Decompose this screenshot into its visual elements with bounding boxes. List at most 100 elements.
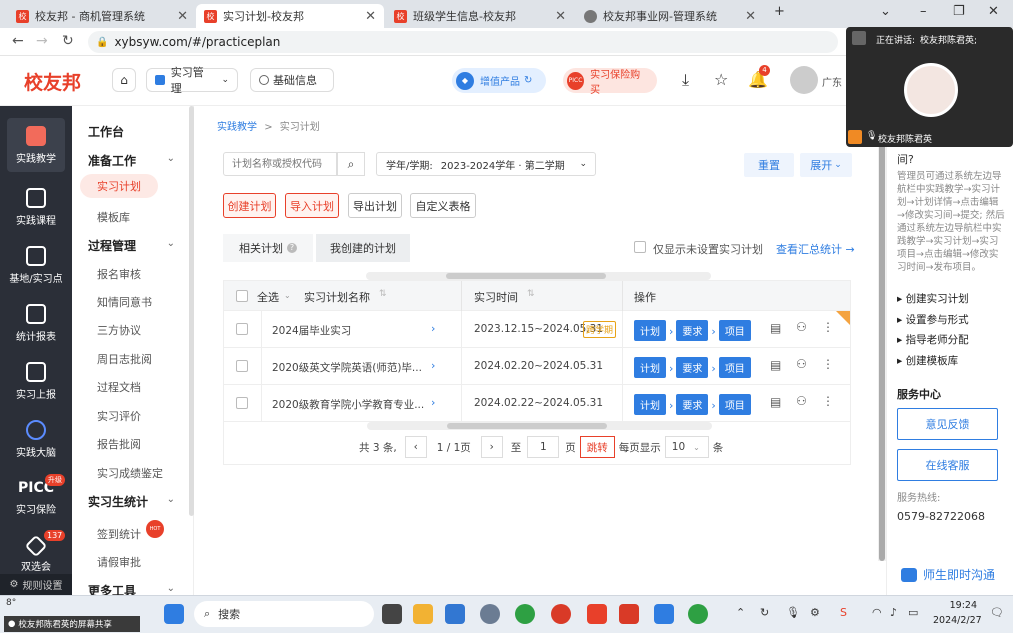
project-tag-button[interactable]: 项目 bbox=[718, 320, 751, 341]
minimize-icon[interactable]: – bbox=[920, 4, 927, 19]
plan-tag-button[interactable]: 计划 bbox=[634, 394, 666, 415]
notification-icon[interactable]: 🗨 bbox=[990, 606, 1004, 619]
user-assign-icon[interactable]: ⚇ bbox=[796, 357, 807, 371]
volume-icon[interactable]: ♪ bbox=[890, 606, 897, 619]
restore-icon[interactable]: ❐ bbox=[953, 4, 965, 19]
row-checkbox[interactable] bbox=[236, 360, 248, 372]
sort-icon[interactable]: ⇅ bbox=[379, 289, 387, 299]
sidebar-item-course[interactable]: 实践课程 bbox=[0, 188, 72, 227]
chevron-down-icon[interactable]: ⌄ bbox=[167, 153, 175, 164]
search-input[interactable] bbox=[224, 153, 336, 175]
browser-tab-active[interactable]: 校 实习计划-校友邦 ✕ bbox=[196, 4, 384, 28]
expand-button[interactable]: 展开 ⌄ bbox=[800, 153, 852, 177]
import-plan-button[interactable]: 导入计划 bbox=[285, 193, 339, 218]
sogou-icon[interactable]: S bbox=[840, 606, 847, 619]
menu-select[interactable]: 实习管理 ⌄ bbox=[146, 66, 238, 95]
document-icon[interactable]: ▤ bbox=[770, 395, 781, 409]
windows-start-icon[interactable] bbox=[164, 604, 184, 624]
nav-group-process[interactable]: 过程管理 bbox=[88, 237, 136, 254]
plan-name[interactable]: 2020级英文学院英语(师范)毕... bbox=[272, 360, 422, 375]
reset-button[interactable]: 重置 bbox=[744, 153, 794, 177]
user-assign-icon[interactable]: ⚇ bbox=[796, 394, 807, 408]
reload-icon[interactable]: ↻ bbox=[62, 33, 74, 49]
meeting-icon[interactable] bbox=[654, 604, 674, 624]
nav-weekly-log[interactable]: 周日志批阅 bbox=[97, 351, 152, 367]
nav-tripartite[interactable]: 三方协议 bbox=[97, 322, 141, 338]
close-tab-icon[interactable]: ✕ bbox=[745, 9, 756, 24]
wechat-icon[interactable] bbox=[688, 604, 708, 624]
more-icon[interactable]: ⋮ bbox=[822, 320, 834, 334]
table-row[interactable]: 2020级英文学院英语(师范)毕... › 2024.02.20~2024.05… bbox=[224, 348, 850, 385]
close-tab-icon[interactable]: ✕ bbox=[177, 9, 188, 24]
clock-time[interactable]: 19:24 bbox=[933, 600, 977, 611]
search-field[interactable] bbox=[223, 152, 337, 176]
chevron-down-icon[interactable]: ⌄ bbox=[167, 583, 175, 594]
project-tag-button[interactable]: 项目 bbox=[718, 357, 751, 378]
nav-signup-review[interactable]: 报名审核 bbox=[97, 266, 141, 282]
column-plan-name[interactable]: 实习计划名称 bbox=[304, 289, 370, 305]
new-tab-icon[interactable]: + bbox=[774, 4, 785, 19]
nav-group-prepare[interactable]: 准备工作 bbox=[88, 152, 136, 169]
table-row[interactable]: 2020级教育学院小学教育专业... › 2024.02.22~2024.05.… bbox=[224, 385, 850, 422]
wps-icon[interactable] bbox=[587, 604, 607, 624]
link-create-plan[interactable]: ▸ 创建实习计划 bbox=[897, 291, 969, 306]
gear-icon[interactable]: ⚙ bbox=[810, 606, 820, 619]
app-icon[interactable] bbox=[619, 604, 639, 624]
table-row[interactable]: 2024届毕业实习 › 2023.12.15~2024.05.31 跨学期 计划… bbox=[224, 311, 850, 348]
star-icon[interactable]: ☆ bbox=[714, 70, 728, 89]
close-tab-icon[interactable]: ✕ bbox=[365, 9, 376, 24]
document-icon[interactable]: ▤ bbox=[770, 321, 781, 335]
avatar[interactable] bbox=[790, 66, 818, 94]
breadcrumb-link[interactable]: 实践教学 bbox=[217, 122, 257, 133]
chevron-down-icon[interactable]: ⌄ bbox=[167, 494, 175, 505]
requirement-tag-button[interactable]: 要求 bbox=[676, 320, 709, 341]
forward-icon[interactable]: → bbox=[36, 33, 48, 49]
search-button[interactable]: ⌕ bbox=[337, 152, 365, 176]
download-icon[interactable]: ⤓ bbox=[682, 70, 689, 90]
url-field[interactable]: 🔒 xybsyw.com/#/practiceplan bbox=[88, 31, 838, 53]
sidebar-item-base[interactable]: 基地/实习点 bbox=[0, 246, 72, 285]
chevron-right-icon[interactable]: › bbox=[431, 396, 435, 409]
nav-checkin[interactable]: 签到统计 bbox=[97, 526, 141, 542]
chevron-right-icon[interactable]: › bbox=[431, 322, 435, 335]
chevron-down-icon[interactable]: ⌄ bbox=[167, 238, 175, 249]
page-size-select[interactable]: 10 ⌄ bbox=[664, 436, 709, 458]
more-icon[interactable]: ⋮ bbox=[822, 394, 834, 408]
weather-temp[interactable]: 8° bbox=[6, 598, 16, 608]
plan-name[interactable]: 2020级教育学院小学教育专业... bbox=[272, 397, 424, 412]
table-scrollbar-top[interactable] bbox=[366, 272, 711, 280]
project-tag-button[interactable]: 项目 bbox=[718, 394, 751, 415]
browser-tab[interactable]: 校 校友邦 - 商机管理系统 ✕ bbox=[8, 4, 196, 28]
sidebar-item-fair[interactable]: 双选会 137 bbox=[0, 530, 72, 573]
back-icon[interactable]: ← bbox=[12, 33, 24, 49]
link-template-lib[interactable]: ▸ 创建模板库 bbox=[897, 353, 958, 368]
tab-related-plans[interactable]: 相关计划 ? bbox=[223, 234, 313, 262]
basic-info-button[interactable]: 基础信息 bbox=[250, 68, 334, 92]
screen-share-bar[interactable]: ● 校友邦陈君英的屏幕共享 bbox=[4, 616, 140, 632]
view-summary-link[interactable]: 查看汇总统计 → bbox=[776, 241, 855, 257]
chevron-down-icon[interactable]: ⌄ bbox=[284, 291, 291, 300]
clock-date[interactable]: 2024/2/27 bbox=[933, 615, 982, 626]
create-plan-button[interactable]: 创建计划 bbox=[223, 193, 276, 218]
insurance-button[interactable]: PICC 实习保险购买 bbox=[563, 68, 657, 96]
feedback-button[interactable]: 意见反馈 bbox=[897, 408, 998, 440]
table-scrollbar-bottom[interactable] bbox=[367, 422, 712, 430]
term-select[interactable]: 学年/学期: 2023-2024学年 · 第二学期 ⌄ bbox=[376, 152, 596, 176]
task-view-icon[interactable] bbox=[382, 604, 402, 624]
nav-workbench[interactable]: 工作台 bbox=[88, 123, 124, 140]
sidebar-item-insurance[interactable]: PICC 实习保险 升级 bbox=[0, 474, 72, 516]
chevron-down-icon[interactable]: ⌄ bbox=[880, 4, 891, 19]
nav-evaluation[interactable]: 实习评价 bbox=[97, 408, 141, 424]
user-assign-icon[interactable]: ⚇ bbox=[796, 320, 807, 334]
browser-tab[interactable]: 校友邦事业网-管理系统 ✕ bbox=[576, 4, 764, 28]
more-icon[interactable]: ⋮ bbox=[822, 357, 834, 371]
only-unset-checkbox[interactable] bbox=[634, 241, 646, 253]
jump-button[interactable]: 跳转 bbox=[579, 436, 615, 458]
nav-template-library[interactable]: 模板库 bbox=[97, 209, 130, 225]
wifi-icon[interactable]: ◠ bbox=[872, 606, 882, 619]
chat-button[interactable]: 师生即时沟通 bbox=[901, 566, 995, 583]
online-service-button[interactable]: 在线客服 bbox=[897, 449, 998, 481]
custom-table-button[interactable]: 自定义表格 bbox=[410, 193, 476, 218]
page-number-input[interactable]: 1 bbox=[527, 436, 560, 458]
home-button[interactable]: ⌂ bbox=[112, 68, 136, 92]
